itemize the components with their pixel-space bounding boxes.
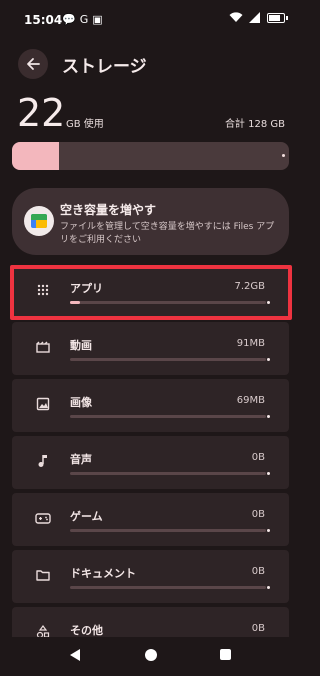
files-app-icon bbox=[24, 206, 54, 236]
image-icon bbox=[34, 395, 52, 413]
category-usage-bar bbox=[70, 358, 270, 361]
category-label: ゲーム bbox=[70, 510, 103, 523]
category-size: 0B bbox=[251, 566, 265, 577]
category-usage-bar bbox=[70, 529, 270, 532]
back-button[interactable] bbox=[18, 49, 48, 79]
storage-usage-fill bbox=[12, 142, 59, 170]
category-usage-bar bbox=[70, 472, 270, 475]
chat-notification-icon: 💬 bbox=[62, 13, 76, 26]
bar-end-dot bbox=[267, 472, 270, 475]
category-usage-bar bbox=[70, 415, 270, 418]
system-status-icons bbox=[229, 12, 288, 23]
bar-end-dot bbox=[267, 586, 270, 589]
page-title: ストレージ bbox=[62, 57, 147, 77]
category-size: 69MB bbox=[236, 395, 265, 406]
used-storage-value: 22 bbox=[17, 91, 66, 135]
movie-icon bbox=[34, 338, 52, 356]
storage-usage-bar bbox=[12, 142, 289, 170]
app-notification-icon: ▣ bbox=[92, 13, 103, 26]
category-item-images[interactable]: 画像 69MB bbox=[12, 379, 289, 432]
category-label: 音声 bbox=[70, 453, 92, 466]
google-notification-icon: G bbox=[79, 13, 89, 26]
category-size: 0B bbox=[251, 623, 265, 634]
category-size: 91MB bbox=[236, 338, 265, 349]
category-size: 0B bbox=[251, 452, 265, 463]
nav-recents-icon[interactable] bbox=[220, 649, 231, 660]
category-label: 動画 bbox=[70, 339, 92, 352]
storage-bar-end-dot bbox=[282, 154, 285, 157]
category-item-games[interactable]: ゲーム 0B bbox=[12, 493, 289, 546]
category-item-audio[interactable]: 音声 0B bbox=[12, 436, 289, 489]
free-up-space-description: ファイルを管理して空き容量を増やすには Files アプリをご利用ください bbox=[60, 222, 275, 245]
bar-end-dot bbox=[267, 358, 270, 361]
status-time: 15:04 bbox=[24, 13, 63, 27]
category-item-videos[interactable]: 動画 91MB bbox=[12, 322, 289, 375]
signal-icon bbox=[249, 12, 260, 23]
status-bar: 15:04 💬 G ▣ bbox=[0, 0, 301, 40]
navigation-bar bbox=[0, 637, 301, 676]
gamepad-icon bbox=[34, 509, 52, 527]
bar-end-dot bbox=[267, 529, 270, 532]
folder-icon bbox=[34, 566, 52, 584]
battery-icon bbox=[267, 12, 288, 23]
nav-back-icon[interactable] bbox=[70, 649, 80, 661]
category-size: 0B bbox=[251, 509, 265, 520]
category-label: その他 bbox=[70, 624, 103, 637]
free-up-space-card[interactable]: 空き容量を増やす ファイルを管理して空き容量を増やすには Files アプリをご… bbox=[12, 188, 289, 255]
category-item-documents[interactable]: ドキュメント 0B bbox=[12, 550, 289, 603]
bar-end-dot bbox=[267, 415, 270, 418]
notification-icons: 💬 G ▣ bbox=[62, 13, 103, 26]
wifi-icon bbox=[229, 12, 243, 22]
used-storage-unit: GB 使用 bbox=[66, 119, 104, 130]
category-label: 画像 bbox=[70, 396, 92, 409]
category-usage-bar bbox=[70, 586, 270, 589]
music-note-icon bbox=[34, 452, 52, 470]
total-storage: 合計 128 GB bbox=[224, 119, 285, 130]
highlight-outline bbox=[10, 265, 292, 320]
nav-home-icon[interactable] bbox=[145, 649, 157, 661]
category-label: ドキュメント bbox=[70, 567, 136, 580]
arrow-back-icon bbox=[27, 58, 40, 70]
free-up-space-title: 空き容量を増やす bbox=[60, 203, 157, 217]
